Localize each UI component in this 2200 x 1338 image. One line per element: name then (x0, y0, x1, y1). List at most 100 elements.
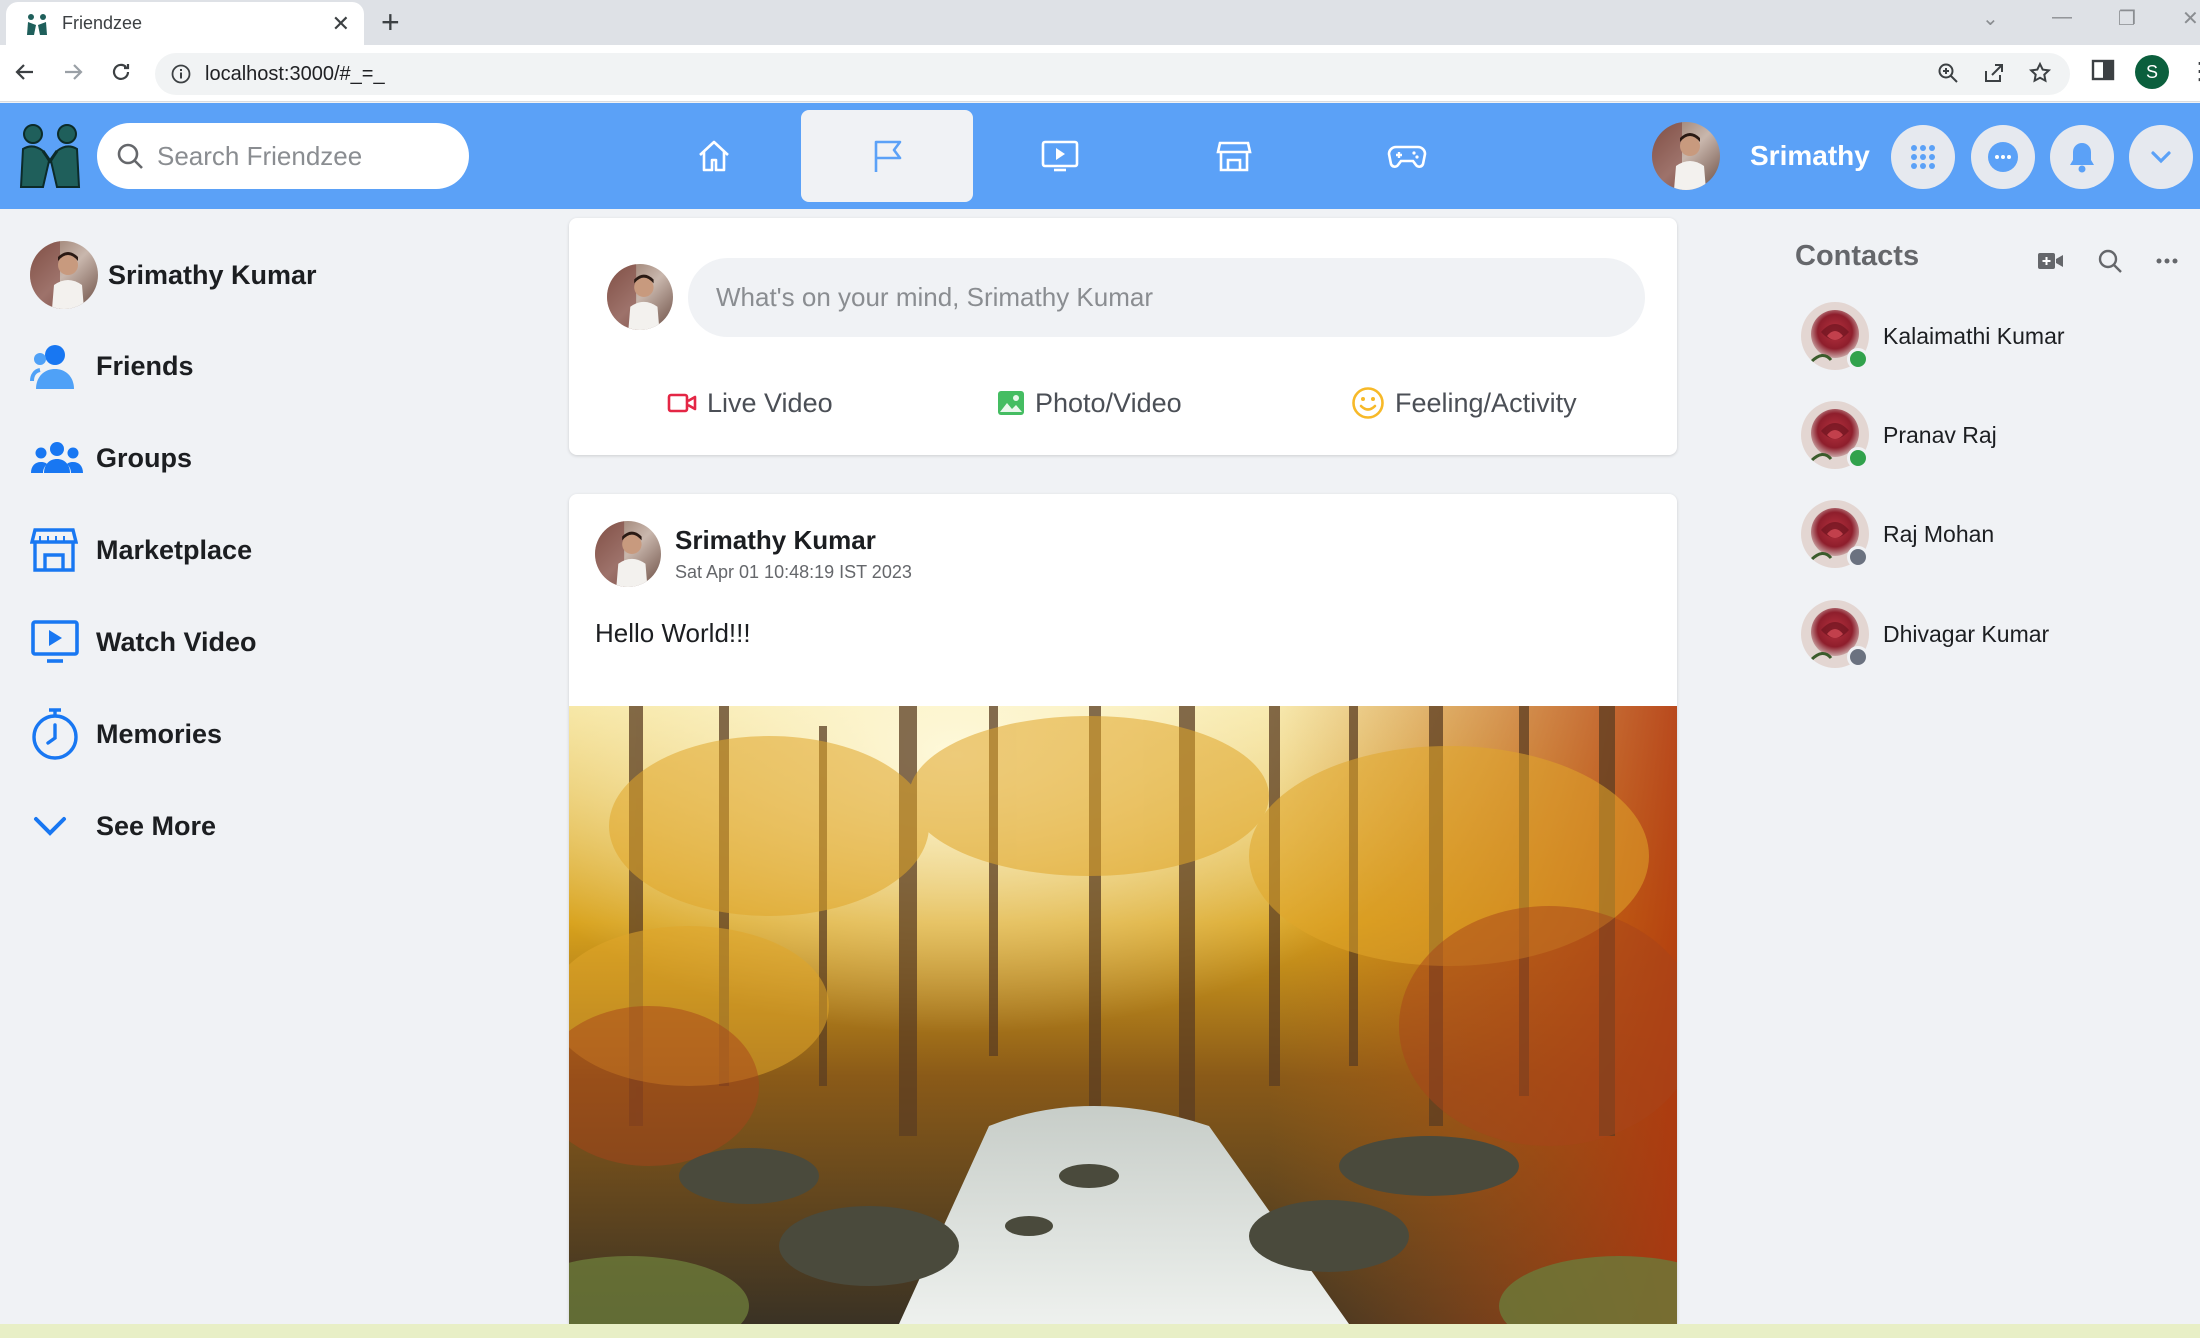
search-input[interactable] (157, 140, 457, 172)
close-tab-icon[interactable]: ✕ (332, 12, 350, 35)
browser-tabbar: Friendzee ✕ + ⌄ — ❐ ✕ (0, 0, 2200, 45)
app-header: Srimathy (0, 103, 2200, 209)
minimize-icon[interactable]: — (2052, 6, 2072, 29)
avatar (1801, 600, 1869, 668)
search-icon[interactable] (2097, 248, 2123, 274)
chevron-down-icon (34, 817, 66, 836)
contact-item[interactable]: Dhivagar Kumar (1801, 600, 2049, 668)
sidebar-item-label: Friends (96, 350, 194, 381)
zoom-icon[interactable] (1936, 61, 1960, 85)
composer-input[interactable]: What's on your mind, Srimathy Kumar (688, 258, 1645, 337)
info-icon[interactable] (171, 64, 191, 84)
url-text: localhost:3000/#_=_ (205, 62, 385, 85)
post-image (569, 706, 1677, 1324)
browser-tab[interactable]: Friendzee ✕ (6, 2, 364, 45)
clock-icon (32, 708, 78, 760)
sidebar-item-label: Groups (96, 442, 193, 473)
tab-marketplace[interactable] (1148, 110, 1320, 202)
friendzee-logo-icon[interactable] (15, 121, 85, 189)
sidebar-item-label: Memories (96, 718, 223, 749)
sidebar-item-see-more[interactable]: See More (30, 780, 470, 872)
action-label: Feeling/Activity (1395, 387, 1577, 418)
sidebar-item-marketplace[interactable]: Marketplace (30, 504, 470, 596)
contact-item[interactable]: Raj Mohan (1801, 500, 1994, 568)
contact-item[interactable]: Kalaimathi Kumar (1801, 302, 2065, 370)
avatar (607, 264, 673, 330)
sidebar-item-label: See More (96, 810, 217, 841)
close-window-icon[interactable]: ✕ (2182, 6, 2199, 31)
contact-name: Raj Mohan (1883, 520, 1995, 547)
sidebar-item-label: Marketplace (96, 534, 253, 565)
bookmark-star-icon[interactable] (2028, 61, 2052, 85)
flag-icon (874, 140, 902, 172)
header-profile[interactable]: Srimathy (1652, 122, 1870, 190)
avatar (1801, 401, 1869, 469)
sidebar-item-friends[interactable]: Friends (30, 320, 470, 412)
friends-icon (30, 345, 74, 389)
chevron-down-icon (2151, 151, 2171, 164)
photo-icon (998, 391, 1024, 415)
account-menu-button[interactable] (2129, 125, 2193, 189)
post-composer: What's on your mind, Srimathy Kumar Live… (569, 218, 1677, 455)
contact-name: Pranav Raj (1883, 421, 1997, 448)
tab-watch[interactable] (974, 110, 1146, 202)
feed-post: Srimathy Kumar Sat Apr 01 10:48:19 IST 2… (569, 494, 1677, 1324)
sidebar-item-watch-video[interactable]: Watch Video (30, 596, 470, 688)
restore-icon[interactable]: ❐ (2118, 6, 2136, 31)
offline-status-icon (1847, 646, 1869, 668)
avatar (1801, 500, 1869, 568)
sidebar-item-memories[interactable]: Memories (30, 688, 470, 780)
live-video-button[interactable]: Live Video (667, 373, 833, 433)
back-icon[interactable] (10, 57, 40, 87)
action-label: Photo/Video (1035, 387, 1182, 418)
new-tab-icon[interactable]: + (381, 4, 400, 40)
sidebar-item-groups[interactable]: Groups (30, 412, 470, 504)
side-panel-icon[interactable] (2090, 57, 2116, 83)
share-icon[interactable] (1982, 61, 2006, 85)
post-text: Hello World!!! (595, 618, 751, 648)
post-header: Srimathy Kumar Sat Apr 01 10:48:19 IST 2… (595, 521, 912, 587)
feeling-activity-button[interactable]: Feeling/Activity (1351, 373, 1577, 433)
action-label: Live Video (707, 387, 833, 418)
home-icon (699, 140, 729, 172)
tab-pages[interactable] (801, 110, 973, 202)
store-icon (30, 528, 78, 572)
groups-icon (31, 442, 83, 473)
post-author[interactable]: Srimathy Kumar (675, 525, 912, 556)
chat-icon (1988, 142, 2018, 172)
profile-initial: S (2135, 55, 2169, 89)
left-sidebar: Srimathy Kumar Friends Groups Marketplac… (30, 238, 470, 872)
tab-gaming[interactable] (1321, 110, 1493, 202)
offline-status-icon (1847, 546, 1869, 568)
online-status-icon (1847, 447, 1869, 469)
avatar[interactable] (595, 521, 661, 587)
search-box[interactable] (97, 123, 469, 189)
menu-grid-button[interactable] (1891, 125, 1955, 189)
composer-actions: Live Video Photo/Video Feeling/Activity (569, 373, 1677, 433)
video-call-icon[interactable] (2037, 250, 2065, 272)
live-video-icon (667, 393, 697, 413)
contact-item[interactable]: Pranav Raj (1801, 401, 1997, 469)
browser-toolbar: localhost:3000/#_=_ S ⋮ (0, 45, 2200, 102)
address-bar[interactable]: localhost:3000/#_=_ (155, 53, 2070, 95)
avatar (1801, 302, 1869, 370)
sidebar-item-profile[interactable]: Srimathy Kumar (30, 238, 470, 312)
tab-title: Friendzee (62, 13, 143, 33)
notifications-button[interactable] (2050, 125, 2114, 189)
reload-icon[interactable] (106, 57, 136, 87)
avatar (30, 241, 98, 309)
post-timestamp: Sat Apr 01 10:48:19 IST 2023 (675, 562, 912, 582)
sidebar-item-label: Srimathy Kumar (108, 259, 317, 290)
messenger-button[interactable] (1971, 125, 2035, 189)
avatar (1652, 122, 1720, 190)
header-username: Srimathy (1750, 140, 1870, 171)
gamepad-icon (1387, 145, 1427, 168)
more-options-icon[interactable] (2155, 257, 2179, 265)
forward-icon[interactable] (58, 57, 88, 87)
browser-menu-icon[interactable]: ⋮ (2188, 57, 2200, 86)
grid-icon (1911, 145, 1935, 169)
photo-video-button[interactable]: Photo/Video (997, 373, 1182, 433)
profile-avatar[interactable]: S (2135, 55, 2169, 89)
tab-home[interactable] (628, 110, 800, 202)
tab-search-icon[interactable]: ⌄ (1982, 6, 1999, 31)
